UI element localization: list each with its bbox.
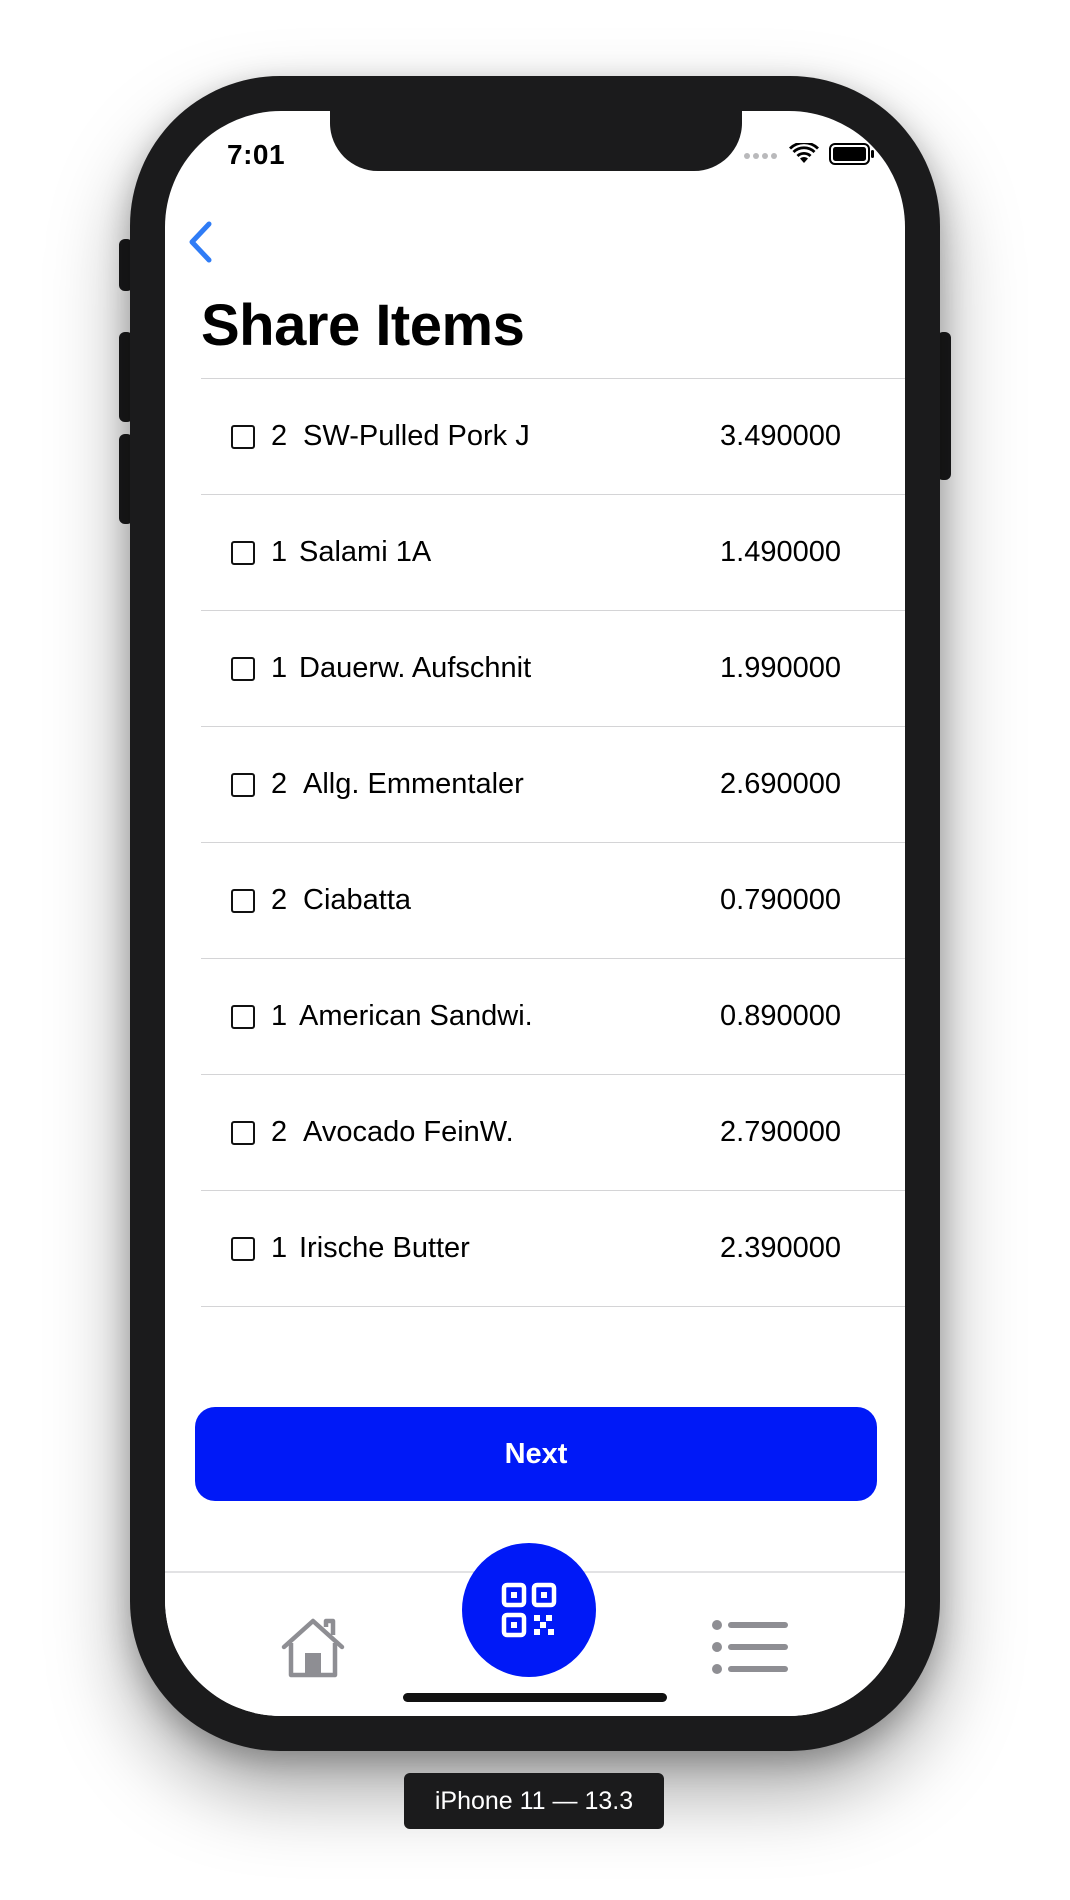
item-checkbox[interactable] xyxy=(231,772,255,797)
item-quantity: 1 xyxy=(271,652,288,684)
item-checkbox[interactable] xyxy=(231,540,255,565)
item-list: 2 SW-Pulled Pork J 3.490000 1 Salami 1A … xyxy=(201,378,905,1307)
item-name: Allg. Emmentaler xyxy=(303,768,524,800)
item-price: 0.790000 xyxy=(720,884,841,916)
item-price: 0.890000 xyxy=(720,1000,841,1032)
list-item[interactable]: 1 American Sandwi. 0.890000 xyxy=(201,959,905,1075)
device-label: iPhone 11 — 13.3 xyxy=(404,1773,664,1829)
status-time: 7:01 xyxy=(227,139,286,170)
qr-code-icon xyxy=(501,1582,557,1638)
item-name: Salami 1A xyxy=(299,536,432,568)
item-name: American Sandwi. xyxy=(299,1000,533,1032)
list-item[interactable]: 2 SW-Pulled Pork J 3.490000 xyxy=(201,379,905,495)
wifi-icon xyxy=(789,143,819,163)
home-indicator xyxy=(403,1693,667,1702)
notch xyxy=(330,111,742,171)
list-item[interactable]: 2 Avocado FeinW. 2.790000 xyxy=(201,1075,905,1191)
status-icons xyxy=(743,143,875,165)
item-checkbox[interactable] xyxy=(231,1004,255,1029)
next-button[interactable]: Next xyxy=(195,1407,877,1501)
item-price: 2.790000 xyxy=(720,1116,841,1148)
phone-screen: 7:01 Share Items 2 SW-Pulled Pork J 3.49… xyxy=(165,111,905,1716)
item-price: 1.490000 xyxy=(720,536,841,568)
item-checkbox[interactable] xyxy=(231,1236,255,1261)
item-name: Ciabatta xyxy=(303,884,412,916)
cellular-signal-icon xyxy=(744,153,777,159)
item-checkbox[interactable] xyxy=(231,1120,255,1145)
item-name: Avocado FeinW. xyxy=(303,1116,514,1148)
tab-list[interactable] xyxy=(710,1617,790,1677)
home-icon xyxy=(281,1618,345,1678)
chevron-left-icon xyxy=(189,221,212,263)
item-price: 2.390000 xyxy=(720,1232,841,1264)
item-name: SW-Pulled Pork J xyxy=(303,420,530,452)
page-title: Share Items xyxy=(201,293,525,358)
item-name: Irische Butter xyxy=(299,1232,470,1264)
list-item[interactable]: 1 Salami 1A 1.490000 xyxy=(201,495,905,611)
item-quantity: 2 xyxy=(271,420,288,452)
item-name: Dauerw. Aufschnit xyxy=(299,652,532,684)
tab-home[interactable] xyxy=(280,1617,346,1679)
list-item[interactable]: 1 Irische Butter 2.390000 xyxy=(201,1191,905,1307)
back-button[interactable] xyxy=(179,217,219,267)
battery-icon xyxy=(829,143,874,165)
item-quantity: 2 xyxy=(271,884,288,916)
item-quantity: 2 xyxy=(271,768,288,800)
item-quantity: 2 xyxy=(271,1116,288,1148)
item-quantity: 1 xyxy=(271,536,288,568)
simulator-stage: 7:01 Share Items 2 SW-Pulled Pork J 3.49… xyxy=(0,0,1070,1900)
item-checkbox[interactable] xyxy=(231,424,255,449)
item-quantity: 1 xyxy=(271,1232,288,1264)
item-price: 1.990000 xyxy=(720,652,841,684)
item-quantity: 1 xyxy=(271,1000,288,1032)
list-item[interactable]: 1 Dauerw. Aufschnit 1.990000 xyxy=(201,611,905,727)
item-price: 3.490000 xyxy=(720,420,841,452)
item-price: 2.690000 xyxy=(720,768,841,800)
item-checkbox[interactable] xyxy=(231,888,255,913)
list-item[interactable]: 2 Ciabatta 0.790000 xyxy=(201,843,905,959)
list-icon xyxy=(712,1620,788,1674)
list-item[interactable]: 2 Allg. Emmentaler 2.690000 xyxy=(201,727,905,843)
scan-button[interactable] xyxy=(462,1543,596,1677)
item-checkbox[interactable] xyxy=(231,656,255,681)
